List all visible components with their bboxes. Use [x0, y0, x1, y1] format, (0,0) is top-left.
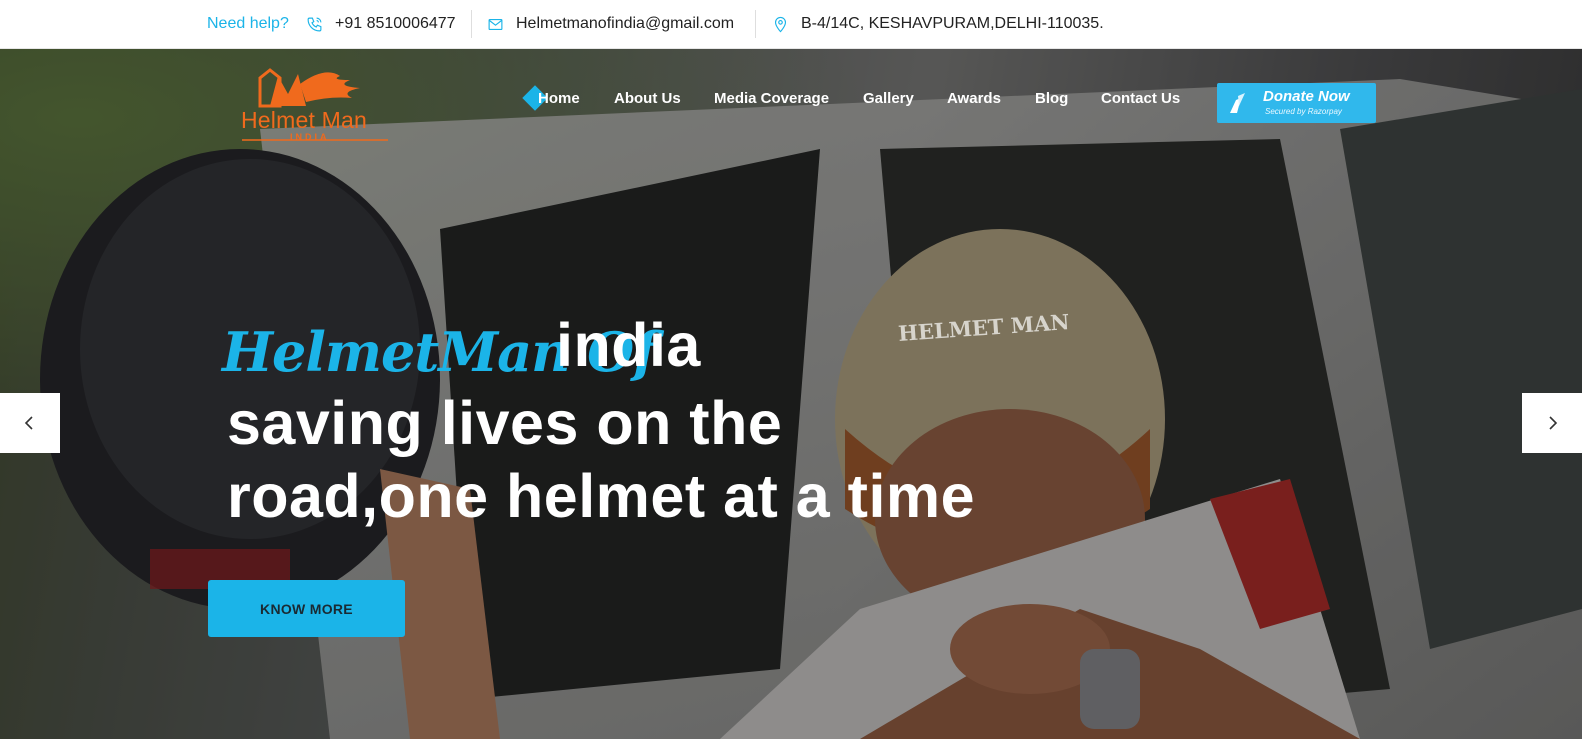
email-contact[interactable]: Helmetmanofindia@gmail.com — [487, 15, 734, 33]
slider-next-button[interactable] — [1522, 393, 1582, 453]
hero-line-3: road,one helmet at a time — [227, 462, 976, 530]
nav-blog[interactable]: Blog — [1035, 90, 1068, 107]
logo-name: Helmet Man — [241, 107, 367, 133]
nav-about-us[interactable]: About Us — [614, 90, 681, 107]
nav-media-coverage[interactable]: Media Coverage — [714, 90, 829, 107]
help-label: Need help? — [207, 15, 289, 32]
razorpay-icon — [1230, 93, 1245, 113]
email-address: Helmetmanofindia@gmail.com — [516, 15, 735, 32]
nav-home[interactable]: Home — [538, 90, 580, 107]
divider — [755, 10, 756, 38]
divider — [471, 10, 472, 38]
nav-contact-us[interactable]: Contact Us — [1101, 90, 1180, 107]
hero-title-word: india — [556, 311, 701, 379]
donate-secured-label: Secured by Razorpay — [1265, 107, 1342, 116]
nav-gallery[interactable]: Gallery — [863, 90, 914, 107]
know-more-button[interactable]: KNOW MORE — [208, 580, 405, 637]
donate-now-button[interactable]: Donate Now Secured by Razorpay — [1217, 83, 1376, 123]
phone-icon — [307, 17, 322, 31]
address-contact: B-4/14C, KESHAVPURAM,DELHI-110035. — [772, 15, 1104, 33]
logo-sub: INDIA — [290, 132, 330, 142]
chevron-left-icon — [24, 416, 33, 430]
hero-line-2: saving lives on the — [227, 389, 783, 457]
slider-prev-button[interactable] — [0, 393, 60, 453]
mail-icon — [488, 18, 503, 30]
phone-contact[interactable]: +91 8510006477 — [306, 15, 456, 33]
nav-awards[interactable]: Awards — [947, 90, 1001, 107]
location-pin-icon — [774, 16, 787, 32]
phone-number: +91 8510006477 — [335, 15, 456, 32]
address-text: B-4/14C, KESHAVPURAM,DELHI-110035. — [801, 15, 1104, 32]
chevron-right-icon — [1549, 416, 1558, 430]
donate-label: Donate Now — [1263, 88, 1350, 105]
top-bar: Need help? +91 8510006477 Helmetmanofind… — [0, 0, 1582, 49]
